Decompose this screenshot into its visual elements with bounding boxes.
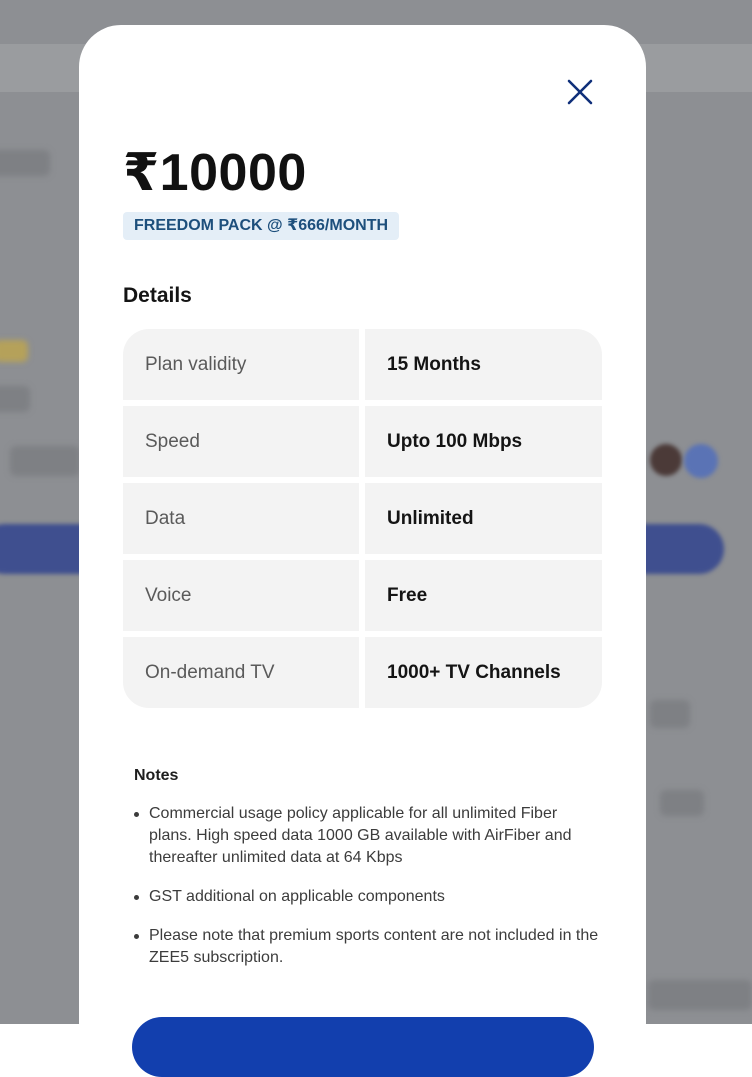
primary-action-button[interactable]	[132, 1017, 594, 1077]
detail-label: Voice	[123, 560, 359, 631]
detail-value: 1000+ TV Channels	[365, 637, 602, 708]
background-text-block	[660, 790, 704, 816]
detail-row-on-demand-tv: On-demand TV 1000+ TV Channels	[123, 637, 602, 708]
detail-value: Upto 100 Mbps	[365, 406, 602, 477]
notes-list: Commercial usage policy applicable for a…	[134, 803, 604, 986]
detail-label: Data	[123, 483, 359, 554]
background-avatar	[650, 444, 682, 476]
background-badge	[0, 340, 28, 362]
note-text: Please note that premium sports content …	[149, 927, 599, 966]
background-avatar	[684, 444, 718, 478]
detail-row-data: Data Unlimited	[123, 483, 602, 554]
background-text-block	[10, 446, 80, 476]
note-item: GST additional on applicable components	[134, 886, 604, 908]
close-button[interactable]	[563, 75, 597, 109]
background-text-block	[0, 386, 30, 412]
pack-badge: FREEDOM PACK @ ₹666/MONTH	[123, 212, 400, 240]
detail-label: Speed	[123, 406, 359, 477]
bullet-icon	[134, 934, 139, 939]
detail-row-voice: Voice Free	[123, 560, 602, 631]
detail-value: Free	[365, 560, 602, 631]
note-text: GST additional on applicable components	[149, 888, 445, 905]
close-icon	[567, 79, 593, 105]
bullet-icon	[134, 812, 139, 817]
details-table: Plan validity 15 Months Speed Upto 100 M…	[123, 329, 602, 708]
note-item: Commercial usage policy applicable for a…	[134, 803, 604, 869]
details-heading: Details	[123, 284, 192, 307]
detail-label: On-demand TV	[123, 637, 359, 708]
note-text: Commercial usage policy applicable for a…	[149, 805, 572, 866]
background-text-block	[648, 980, 752, 1010]
detail-row-speed: Speed Upto 100 Mbps	[123, 406, 602, 477]
background-text-block	[650, 700, 690, 728]
detail-row-plan-validity: Plan validity 15 Months	[123, 329, 602, 400]
notes-heading: Notes	[134, 767, 179, 784]
plan-details-modal: ₹10000 FREEDOM PACK @ ₹666/MONTH Details…	[79, 25, 646, 1077]
detail-value: Unlimited	[365, 483, 602, 554]
detail-label: Plan validity	[123, 329, 359, 400]
plan-price: ₹10000	[123, 144, 307, 202]
note-item: Please note that premium sports content …	[134, 925, 604, 969]
background-text-block	[0, 150, 50, 176]
bullet-icon	[134, 895, 139, 900]
detail-value: 15 Months	[365, 329, 602, 400]
